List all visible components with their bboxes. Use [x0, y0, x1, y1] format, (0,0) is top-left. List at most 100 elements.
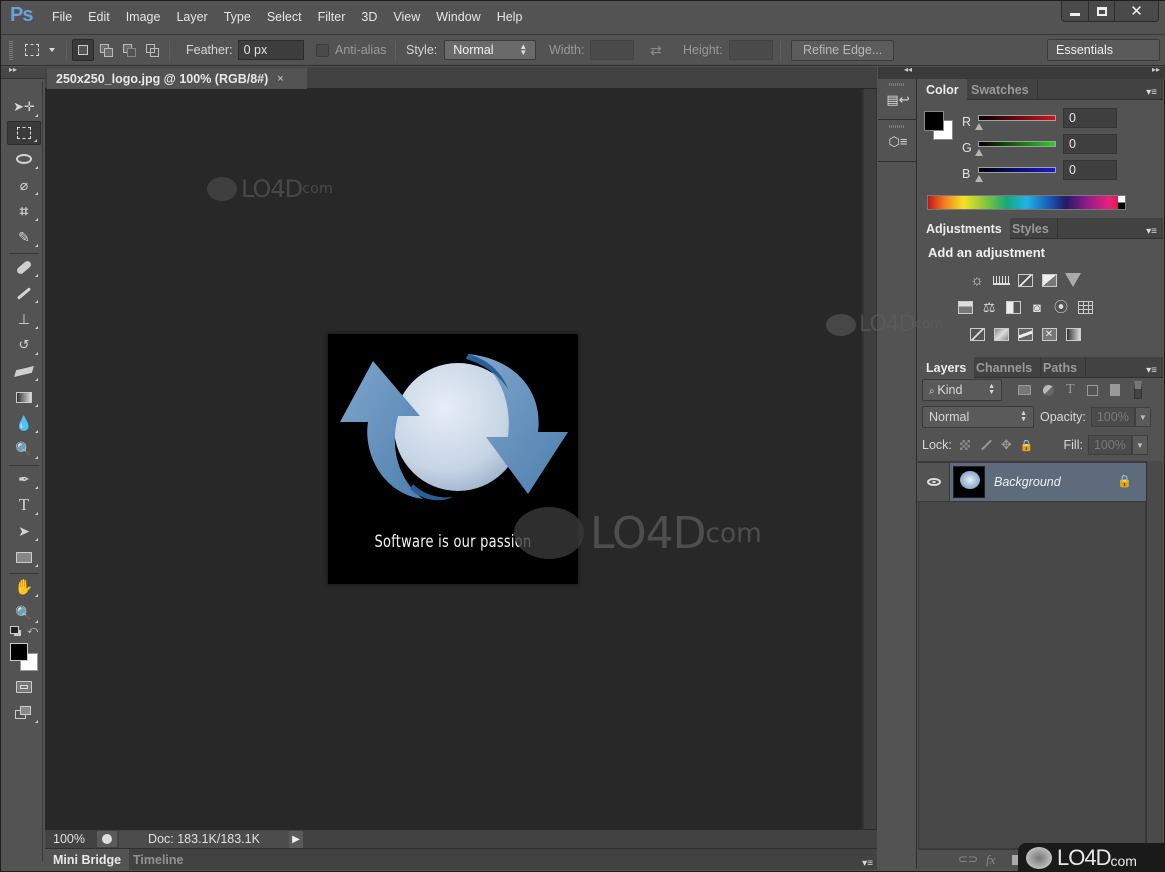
default-colors-icon[interactable]	[10, 626, 19, 634]
filter-adjustment-icon[interactable]	[1043, 384, 1054, 396]
brightness-contrast-button[interactable]: ☼	[968, 272, 986, 289]
options-bar-grip[interactable]	[9, 41, 13, 61]
quick-mask-button[interactable]	[7, 675, 41, 699]
workspace-switcher[interactable]: Essentials	[1047, 39, 1160, 61]
new-selection-button[interactable]	[72, 39, 94, 61]
menu-window[interactable]: Window	[428, 10, 488, 24]
path-selection-tool[interactable]: ➤	[7, 519, 41, 543]
filter-shape-icon[interactable]	[1086, 384, 1098, 396]
filter-pixel-icon[interactable]	[1018, 385, 1031, 395]
black-white-button[interactable]	[1004, 299, 1022, 315]
expand-toolbar-icon[interactable]: ▸▸	[9, 65, 17, 74]
menu-file[interactable]: File	[44, 10, 80, 24]
collapse-icons-icon[interactable]: ◂◂	[904, 65, 912, 74]
lock-all-icon[interactable]: 🔒	[1020, 439, 1034, 452]
layer-visibility-toggle[interactable]	[918, 463, 950, 501]
move-tool[interactable]: ➤✛	[7, 95, 41, 119]
tab-mini-bridge[interactable]: Mini Bridge	[45, 849, 130, 871]
opacity-dropdown[interactable]: ▼	[1134, 407, 1151, 427]
width-input[interactable]	[590, 40, 635, 60]
photo-filter-button[interactable]: ◙	[1028, 299, 1046, 315]
rectangular-marquee-tool[interactable]	[7, 121, 41, 145]
group-grip[interactable]	[889, 83, 905, 86]
color-lookup-button[interactable]	[1076, 299, 1094, 315]
menu-edit[interactable]: Edit	[80, 10, 118, 24]
gradient-map-button[interactable]	[1064, 326, 1082, 342]
green-value[interactable]: 0	[1063, 134, 1117, 154]
adjustments-panel-menu[interactable]: ▾≡	[1146, 223, 1157, 237]
lock-move-icon[interactable]: ✥	[1001, 437, 1012, 453]
color-panel-menu[interactable]: ▾≡	[1146, 84, 1157, 98]
hue-saturation-button[interactable]	[956, 299, 974, 315]
status-info-button[interactable]	[97, 831, 117, 847]
quick-selection-tool[interactable]: ⌀	[7, 173, 41, 197]
fill-dropdown[interactable]: ▼	[1131, 435, 1148, 455]
tab-color[interactable]: Color	[918, 79, 967, 100]
color-balance-button[interactable]: ⚖	[980, 299, 998, 315]
invert-button[interactable]	[968, 326, 986, 342]
brush-tool[interactable]	[7, 281, 41, 305]
exposure-button[interactable]	[1040, 272, 1058, 288]
scrollbar-thumb[interactable]	[864, 89, 876, 829]
bottom-panel-menu[interactable]: ▾≡	[862, 855, 873, 869]
filter-type-icon[interactable]: T	[1066, 382, 1075, 398]
green-thumb[interactable]	[975, 149, 983, 156]
dodge-tool[interactable]: 🔍	[7, 437, 41, 461]
menu-select[interactable]: Select	[259, 10, 310, 24]
type-tool[interactable]: T	[7, 493, 41, 517]
properties-panel-button[interactable]: ⬡≡	[889, 133, 908, 151]
channel-mixer-button[interactable]: ⦿	[1052, 299, 1070, 315]
selective-color-button[interactable]: ✕	[1040, 326, 1058, 342]
lock-paint-icon[interactable]	[981, 439, 992, 451]
anti-alias-checkbox[interactable]	[316, 43, 329, 57]
foreground-color[interactable]	[924, 111, 944, 131]
blue-thumb[interactable]	[975, 175, 983, 182]
filter-kind-select[interactable]: ⌕ Kind ▲ ▼	[922, 379, 1002, 401]
layers-scrollbar[interactable]	[1146, 461, 1163, 849]
zoom-tool[interactable]: 🔍	[7, 601, 41, 625]
zoom-level[interactable]: 100%	[45, 832, 97, 846]
crop-tool[interactable]: ⌗	[7, 199, 41, 223]
black-white-ramp[interactable]	[1118, 196, 1125, 209]
close-document-icon[interactable]: ×	[277, 73, 283, 85]
clone-stamp-tool[interactable]: ⊥	[7, 307, 41, 331]
blue-value[interactable]: 0	[1063, 160, 1117, 180]
tab-swatches[interactable]: Swatches	[963, 79, 1038, 100]
refine-edge-button[interactable]: Refine Edge...	[791, 39, 895, 61]
close-button[interactable]: ✕	[1114, 1, 1158, 21]
menu-3d[interactable]: 3D	[353, 10, 385, 24]
blend-mode-select[interactable]: Normal ▲ ▼	[922, 406, 1034, 428]
add-to-selection-button[interactable]	[95, 39, 117, 61]
maximize-button[interactable]	[1088, 1, 1114, 21]
vertical-scrollbar[interactable]	[861, 89, 877, 829]
eraser-tool[interactable]	[7, 359, 41, 383]
layer-background[interactable]: Background 🔒	[918, 462, 1146, 502]
layers-panel-menu[interactable]: ▾≡	[1146, 362, 1157, 376]
pen-tool[interactable]: ✒	[7, 467, 41, 491]
rectangle-tool[interactable]	[7, 545, 41, 569]
tab-paths[interactable]: Paths	[1035, 357, 1087, 378]
menu-layer[interactable]: Layer	[168, 10, 215, 24]
blur-tool[interactable]: 💧	[7, 411, 41, 435]
status-menu-button[interactable]: ▶	[289, 830, 303, 848]
lasso-tool[interactable]	[7, 147, 41, 171]
green-track[interactable]	[978, 141, 1056, 147]
group-grip[interactable]	[889, 125, 905, 128]
curves-button[interactable]	[1016, 272, 1034, 288]
screen-mode-button[interactable]	[7, 701, 41, 725]
subtract-from-selection-button[interactable]	[118, 39, 140, 61]
menu-help[interactable]: Help	[489, 10, 531, 24]
tab-layers[interactable]: Layers	[918, 357, 975, 378]
filter-smart-object-icon[interactable]	[1109, 384, 1120, 396]
lock-transparent-icon[interactable]	[959, 440, 970, 450]
menu-type[interactable]: Type	[216, 10, 259, 24]
menu-filter[interactable]: Filter	[310, 10, 354, 24]
opacity-input[interactable]: 100%	[1090, 407, 1135, 427]
document-tab[interactable]: 250x250_logo.jpg @ 100% (RGB/8#) ×	[47, 68, 307, 89]
posterize-button[interactable]	[992, 326, 1010, 342]
hand-tool[interactable]: ✋	[7, 575, 41, 599]
tool-preset-picker[interactable]	[25, 35, 55, 65]
layer-style-icon[interactable]: fx	[986, 852, 995, 868]
eyedropper-tool[interactable]: ✎	[7, 225, 41, 249]
menu-view[interactable]: View	[385, 10, 428, 24]
